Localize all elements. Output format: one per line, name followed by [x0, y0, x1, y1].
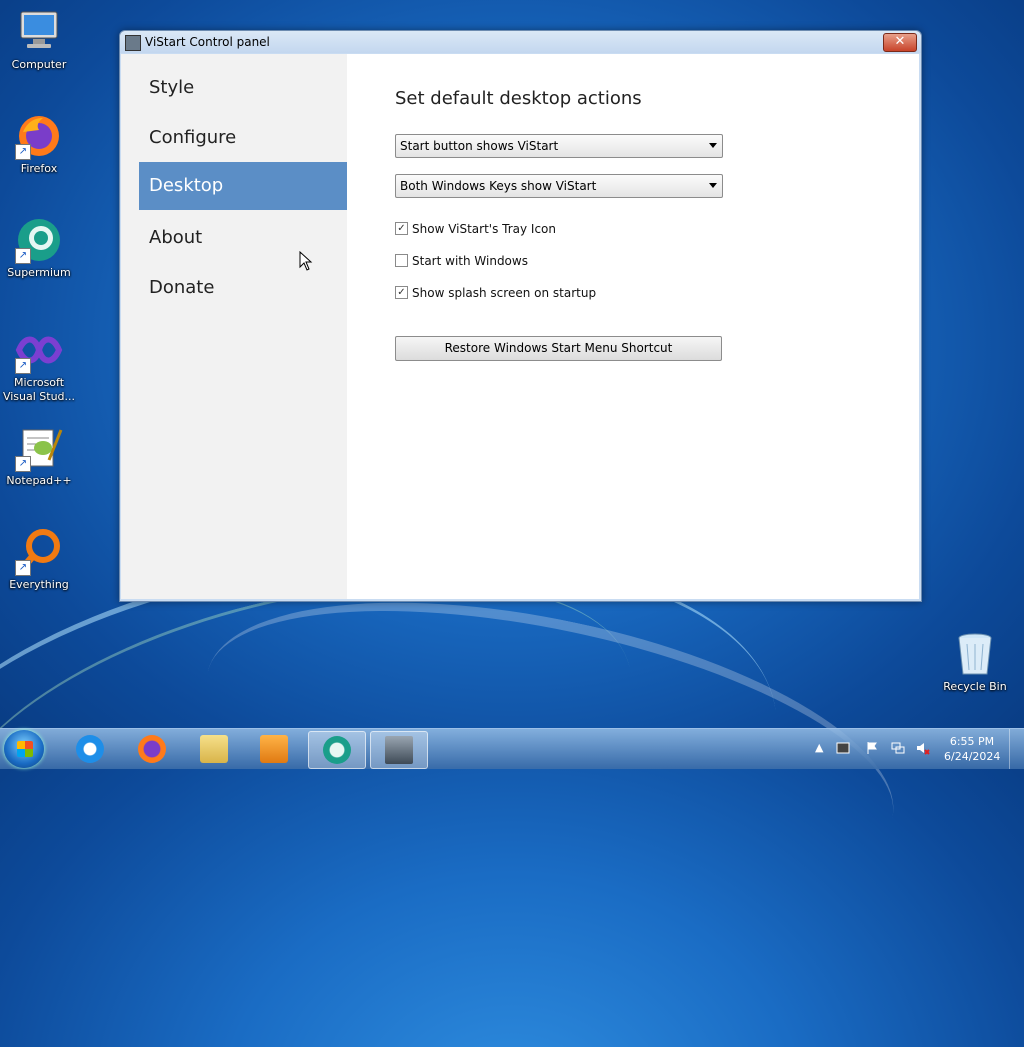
- page-title: Set default desktop actions: [395, 88, 642, 109]
- desktop-icon-label: Firefox: [20, 162, 58, 175]
- sidebar-item-style[interactable]: Style: [139, 64, 347, 112]
- shortcut-arrow-icon: ↗: [15, 248, 31, 264]
- tray-overflow-arrow[interactable]: ▲: [815, 741, 823, 754]
- sidebar-item-label: Configure: [149, 127, 237, 148]
- sidebar-item-label: Donate: [149, 277, 215, 298]
- supermium-icon: [323, 736, 351, 764]
- shortcut-arrow-icon: ↗: [15, 358, 31, 374]
- show-tray-icon-checkbox[interactable]: ✓ Show ViStart's Tray Icon: [395, 221, 556, 237]
- shortcut-arrow-icon: ↗: [15, 456, 31, 472]
- app-icon: [125, 35, 141, 51]
- start-with-windows-checkbox[interactable]: Start with Windows: [395, 253, 528, 269]
- everything-search-icon: ↗: [15, 528, 63, 576]
- desktop-icon-label: Recycle Bin: [943, 680, 1007, 693]
- windows-logo-icon: [17, 741, 33, 757]
- select-value: Both Windows Keys show ViStart: [400, 179, 597, 193]
- mouse-cursor-icon: [299, 251, 313, 271]
- supermium-icon: ↗: [15, 216, 63, 264]
- shortcut-arrow-icon: ↗: [15, 144, 31, 160]
- taskbar-file-explorer[interactable]: [186, 731, 242, 767]
- checkbox-label: Show ViStart's Tray Icon: [412, 222, 557, 236]
- taskbar-supermium[interactable]: [308, 731, 366, 769]
- recycle-bin-icon: [951, 630, 999, 678]
- internet-explorer-icon: [76, 735, 104, 763]
- windows-keys-action-select[interactable]: Both Windows Keys show ViStart: [395, 174, 723, 198]
- window-title: ViStart Control panel: [145, 35, 270, 49]
- clock-date: 6/24/2024: [944, 750, 1001, 763]
- volume-muted-icon[interactable]: [916, 741, 930, 755]
- select-value: Start button shows ViStart: [400, 139, 559, 153]
- network-icon[interactable]: [891, 741, 905, 755]
- desktop-icon-label: Microsoft Visual Stud...: [2, 376, 76, 403]
- sidebar-item-about[interactable]: About: [139, 214, 347, 262]
- taskbar-media-player[interactable]: [246, 731, 302, 767]
- content-panel: Set default desktop actions Start button…: [347, 54, 919, 599]
- action-center-flag-icon[interactable]: [865, 741, 879, 755]
- sidebar: Style Configure Desktop About Donate: [121, 54, 347, 599]
- taskbar-vistart[interactable]: [370, 731, 428, 769]
- sidebar-item-configure[interactable]: Configure: [139, 114, 347, 162]
- desktop-icon-visual-studio[interactable]: ↗ Microsoft Visual Stud...: [1, 326, 77, 404]
- shortcut-arrow-icon: ↗: [15, 560, 31, 576]
- desktop-icon-firefox[interactable]: ↗ Firefox: [1, 112, 77, 176]
- computer-icon: [15, 8, 63, 56]
- system-clock[interactable]: 6:55 PM 6/24/2024: [944, 734, 1000, 764]
- window-client: Style Configure Desktop About Donate Set…: [121, 54, 919, 599]
- desktop-icon-notepadpp[interactable]: ↗ Notepad++: [1, 424, 77, 488]
- vistart-control-panel-window: ViStart Control panel ✕ Style Configure …: [119, 30, 922, 602]
- title-bar[interactable]: ViStart Control panel ✕: [120, 31, 921, 53]
- start-button[interactable]: [4, 730, 44, 768]
- firefox-icon: [138, 735, 166, 763]
- show-desktop-button[interactable]: [1009, 729, 1024, 769]
- checkbox-checked-icon: ✓: [395, 222, 408, 235]
- taskbar-internet-explorer[interactable]: [62, 731, 118, 767]
- file-explorer-icon: [200, 735, 228, 763]
- dropdown-arrow-icon: [709, 183, 717, 188]
- vistart-icon: [385, 736, 413, 764]
- sidebar-item-label: About: [149, 227, 203, 248]
- desktop-icon-label: Everything: [9, 578, 69, 591]
- dropdown-arrow-icon: [709, 143, 717, 148]
- checkbox-label: Start with Windows: [412, 254, 528, 268]
- clock-time: 6:55 PM: [949, 735, 995, 748]
- media-player-icon: [260, 735, 288, 763]
- sidebar-item-label: Desktop: [149, 175, 224, 196]
- desktop-icon-recycle-bin[interactable]: Recycle Bin: [937, 630, 1013, 694]
- desktop-icon-label: Notepad++: [6, 474, 72, 487]
- desktop-icon-computer[interactable]: Computer: [1, 8, 77, 72]
- checkbox-unchecked-icon: [395, 254, 408, 267]
- start-button-action-select[interactable]: Start button shows ViStart: [395, 134, 723, 158]
- sidebar-item-desktop[interactable]: Desktop: [139, 162, 347, 210]
- close-button[interactable]: ✕: [883, 33, 917, 52]
- desktop-icon-label: Supermium: [7, 266, 71, 279]
- checkbox-checked-icon: ✓: [395, 286, 408, 299]
- vistart-tray-icon[interactable]: [836, 741, 850, 755]
- desktop-icon-everything[interactable]: ↗ Everything: [1, 528, 77, 592]
- checkbox-label: Show splash screen on startup: [412, 286, 597, 300]
- sidebar-item-donate[interactable]: Donate: [139, 264, 347, 312]
- restore-start-menu-shortcut-button[interactable]: Restore Windows Start Menu Shortcut: [395, 336, 722, 361]
- firefox-icon: ↗: [15, 112, 63, 160]
- desktop-icon-label: Computer: [11, 58, 67, 71]
- visual-studio-icon: ↗: [15, 326, 63, 374]
- notepadpp-icon: ↗: [15, 424, 63, 472]
- sidebar-item-label: Style: [149, 77, 195, 98]
- taskbar-firefox[interactable]: [124, 731, 180, 767]
- desktop-icon-supermium[interactable]: ↗ Supermium: [1, 216, 77, 280]
- taskbar: ▲ 6:55 PM 6/24/2024: [0, 728, 1024, 769]
- splash-screen-checkbox[interactable]: ✓ Show splash screen on startup: [395, 285, 596, 301]
